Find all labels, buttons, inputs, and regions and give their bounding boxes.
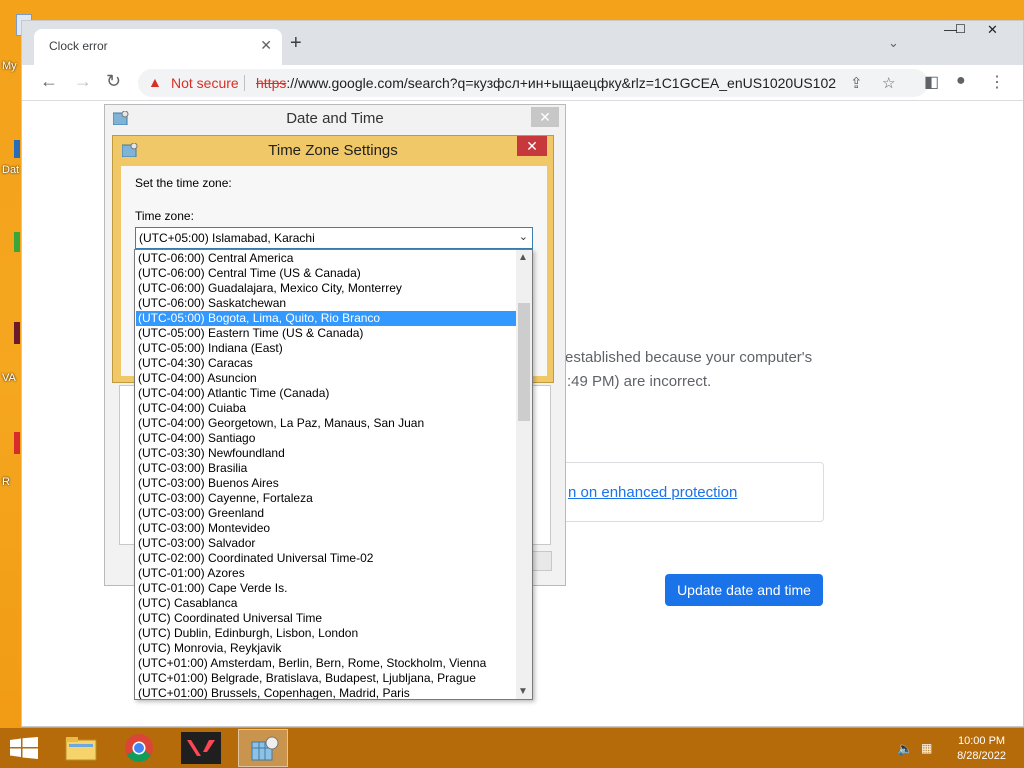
share-icon[interactable]: ⇪ bbox=[850, 74, 863, 92]
time-zone-option[interactable]: (UTC-06:00) Saskatchewan bbox=[136, 296, 516, 311]
time-zone-option[interactable]: (UTC) Casablanca bbox=[136, 596, 516, 611]
time-zone-option[interactable]: (UTC-06:00) Central America bbox=[136, 251, 516, 266]
time-zone-dialog-title: Time Zone Settings bbox=[268, 142, 398, 159]
valorant-taskbar-button[interactable] bbox=[176, 729, 226, 767]
time-zone-option[interactable]: (UTC-04:30) Caracas bbox=[136, 356, 516, 371]
tab-search-icon[interactable]: ⌄ bbox=[888, 35, 899, 51]
side-panel-icon[interactable]: ◧ bbox=[924, 72, 939, 92]
enhanced-protection-box: n on enhanced protection bbox=[562, 462, 824, 522]
scroll-up-arrow-icon[interactable]: ▲ bbox=[518, 252, 528, 263]
time-zone-option[interactable]: (UTC) Monrovia, Reykjavik bbox=[136, 641, 516, 656]
not-secure-label[interactable]: Not secure bbox=[171, 75, 239, 91]
chrome-icon bbox=[125, 734, 153, 762]
browser-toolbar: ← → ↻ ▲ Not secure https://www.google.co… bbox=[22, 65, 1023, 101]
back-icon[interactable]: ← bbox=[40, 71, 58, 92]
volume-muted-icon[interactable]: 🔈 bbox=[897, 741, 913, 757]
tab-clock-error[interactable]: Clock error ✕ bbox=[34, 29, 282, 65]
error-text-line2: :49 PM) are incorrect. bbox=[567, 373, 712, 390]
desktop-label-dat: Dat bbox=[2, 164, 20, 176]
desktop-icon-va[interactable] bbox=[14, 322, 20, 344]
time-zone-option[interactable]: (UTC-03:30) Newfoundland bbox=[136, 446, 516, 461]
file-explorer-taskbar-button[interactable] bbox=[56, 729, 106, 767]
time-zone-option[interactable]: (UTC-03:00) Salvador bbox=[136, 536, 516, 551]
desktop-label-va: VA bbox=[2, 372, 16, 384]
time-zone-option[interactable]: (UTC+01:00) Brussels, Copenhagen, Madrid… bbox=[136, 686, 516, 699]
error-text-line1: established because your computer's bbox=[565, 349, 813, 366]
taskbar-clock[interactable]: 10:00 PM 8/28/2022 bbox=[957, 734, 1006, 764]
enhanced-protection-link[interactable]: n on enhanced protection bbox=[568, 484, 737, 501]
desktop-icon-green[interactable] bbox=[14, 232, 20, 252]
profile-avatar-icon[interactable]: ● bbox=[956, 72, 966, 90]
time-zone-option[interactable]: (UTC-03:00) Cayenne, Fortaleza bbox=[136, 491, 516, 506]
menu-kebab-icon[interactable]: ⋮ bbox=[989, 72, 1005, 92]
forward-icon[interactable]: → bbox=[74, 71, 92, 92]
clock-date: 8/28/2022 bbox=[957, 750, 1006, 762]
time-zone-option[interactable]: (UTC-04:00) Atlantic Time (Canada) bbox=[136, 386, 516, 401]
time-zone-option[interactable]: (UTC) Dublin, Edinburgh, Lisbon, London bbox=[136, 626, 516, 641]
folder-icon bbox=[65, 737, 97, 761]
date-time-taskbar-button[interactable] bbox=[238, 729, 288, 767]
chrome-taskbar-button[interactable] bbox=[114, 729, 164, 767]
time-zone-option[interactable]: (UTC-03:00) Greenland bbox=[136, 506, 516, 521]
time-zone-option[interactable]: (UTC+01:00) Amsterdam, Berlin, Bern, Rom… bbox=[136, 656, 516, 671]
time-zone-select[interactable]: (UTC+05:00) Islamabad, Karachi ⌄ bbox=[135, 227, 533, 249]
calendar-clock-icon bbox=[251, 736, 279, 761]
time-zone-option[interactable]: (UTC-02:00) Coordinated Universal Time-0… bbox=[136, 551, 516, 566]
date-time-dialog-title: Date and Time bbox=[286, 110, 384, 127]
time-zone-option[interactable]: (UTC-01:00) Cape Verde Is. bbox=[136, 581, 516, 596]
tab-title: Clock error bbox=[49, 39, 108, 53]
time-zone-option[interactable]: (UTC) Coordinated Universal Time bbox=[136, 611, 516, 626]
time-zone-option[interactable]: (UTC-05:00) Indiana (East) bbox=[136, 341, 516, 356]
desktop-label-r: R bbox=[2, 476, 10, 488]
network-icon[interactable]: ▦ bbox=[921, 741, 932, 755]
url-rest: ://www.google.com/search?q=кузфсл+ин+ыща… bbox=[286, 75, 836, 91]
chevron-down-icon[interactable]: ⌄ bbox=[519, 230, 528, 243]
scroll-thumb[interactable] bbox=[518, 303, 530, 421]
desktop-icon-date[interactable] bbox=[14, 140, 20, 158]
time-zone-option[interactable]: (UTC-03:00) Montevideo bbox=[136, 521, 516, 536]
update-date-time-button[interactable]: Update date and time bbox=[665, 574, 823, 606]
desktop-label-my: My bbox=[2, 60, 17, 72]
bookmark-star-icon[interactable]: ☆ bbox=[882, 74, 895, 92]
omnibox-separator bbox=[244, 75, 245, 91]
time-zone-option[interactable]: (UTC-05:00) Eastern Time (US & Canada) bbox=[136, 326, 516, 341]
date-time-dialog-button[interactable] bbox=[530, 551, 552, 571]
warning-icon[interactable]: ▲ bbox=[148, 74, 162, 90]
time-zone-option[interactable]: (UTC+01:00) Belgrade, Bratislava, Budape… bbox=[136, 671, 516, 686]
time-zone-selected-value: (UTC+05:00) Islamabad, Karachi bbox=[139, 231, 315, 245]
maximize-button[interactable]: ☐ bbox=[955, 22, 966, 36]
time-zone-option[interactable]: (UTC-04:00) Asuncion bbox=[136, 371, 516, 386]
desktop-icon-red[interactable] bbox=[14, 432, 20, 454]
address-bar[interactable]: ▲ Not secure https://www.google.com/sear… bbox=[138, 69, 928, 97]
clock-time: 10:00 PM bbox=[957, 735, 1006, 747]
scroll-down-arrow-icon[interactable]: ▼ bbox=[518, 686, 528, 697]
time-zone-option[interactable]: (UTC-06:00) Guadalajara, Mexico City, Mo… bbox=[136, 281, 516, 296]
windows-start-icon[interactable] bbox=[10, 737, 38, 759]
tab-strip: Clock error ✕ + ⌄ — ☐ ✕ bbox=[22, 21, 1023, 65]
valorant-icon bbox=[181, 732, 221, 764]
date-time-close-button[interactable]: ✕ bbox=[531, 107, 559, 127]
time-zone-option[interactable]: (UTC-01:00) Azores bbox=[136, 566, 516, 581]
reload-icon[interactable]: ↻ bbox=[106, 71, 121, 92]
taskbar: 🔈 ▦ 10:00 PM 8/28/2022 bbox=[0, 728, 1024, 768]
close-window-button[interactable]: ✕ bbox=[987, 22, 998, 38]
time-zone-option[interactable]: (UTC-03:00) Brasilia bbox=[136, 461, 516, 476]
time-zone-dropdown-list[interactable]: (UTC+01:00) Brussels, Copenhagen, Madrid… bbox=[134, 249, 533, 700]
new-tab-button[interactable]: + bbox=[290, 32, 302, 55]
time-zone-option[interactable]: (UTC-04:00) Santiago bbox=[136, 431, 516, 446]
url-scheme: https bbox=[256, 75, 287, 91]
time-zone-option[interactable]: (UTC-04:00) Cuiaba bbox=[136, 401, 516, 416]
time-zone-close-button[interactable]: ✕ bbox=[517, 136, 547, 156]
time-zone-option[interactable]: (UTC-06:00) Central Time (US & Canada) bbox=[136, 266, 516, 281]
time-zone-option[interactable]: (UTC-05:00) Bogota, Lima, Quito, Rio Bra… bbox=[136, 311, 516, 326]
tab-close-icon[interactable]: ✕ bbox=[260, 37, 272, 54]
time-zone-option[interactable]: (UTC-04:00) Georgetown, La Paz, Manaus, … bbox=[136, 416, 516, 431]
set-time-zone-label: Set the time zone: bbox=[135, 176, 232, 190]
url-text[interactable]: https://www.google.com/search?q=кузфсл+и… bbox=[256, 75, 836, 91]
dropdown-scrollbar[interactable]: ▲ ▼ bbox=[516, 250, 532, 699]
time-zone-label: Time zone: bbox=[135, 209, 194, 223]
time-zone-option[interactable]: (UTC-03:00) Buenos Aires bbox=[136, 476, 516, 491]
